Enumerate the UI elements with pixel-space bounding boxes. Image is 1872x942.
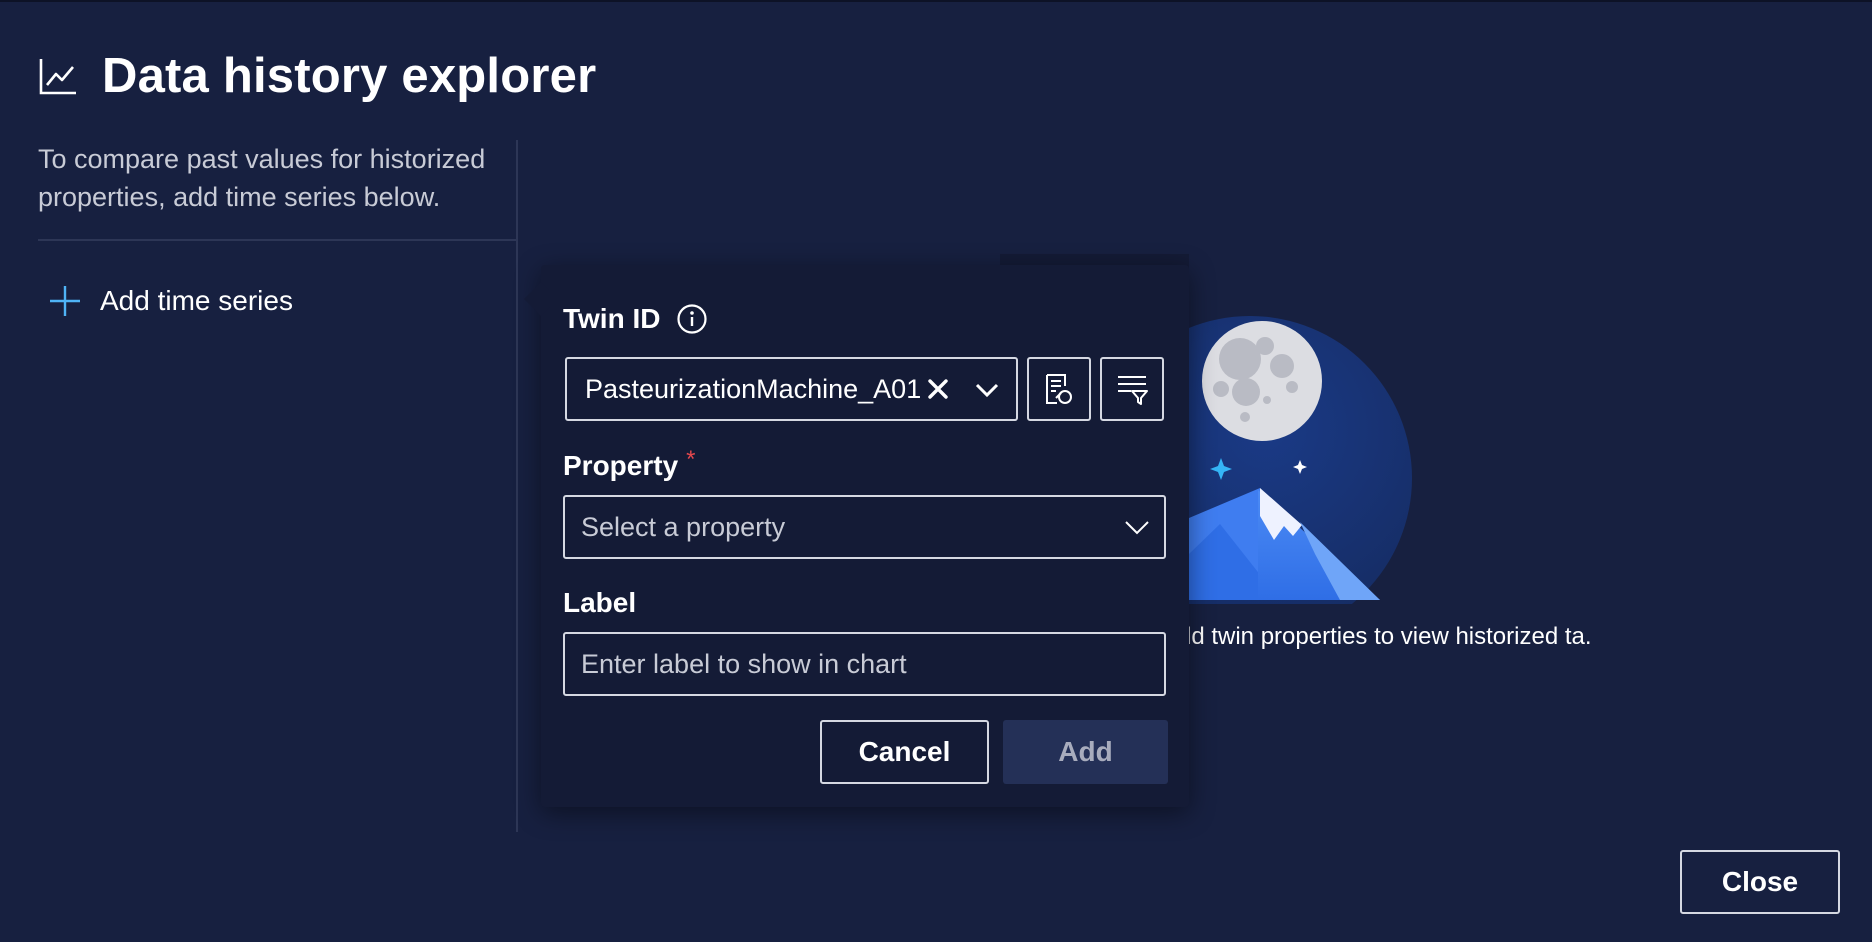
- page-header: Data history explorer: [38, 48, 596, 104]
- property-placeholder: Select a property: [581, 511, 786, 542]
- close-button[interactable]: Close: [1680, 850, 1840, 914]
- panel-divider: [38, 239, 516, 241]
- twin-id-combobox[interactable]: PasteurizationMachine_A01: [565, 357, 1018, 421]
- filter-twins-button[interactable]: [1100, 357, 1164, 421]
- chevron-down-icon[interactable]: [974, 381, 1000, 399]
- chart-label-input[interactable]: Enter label to show in chart: [563, 632, 1166, 696]
- window-top-border: [0, 0, 1872, 2]
- chevron-down-icon: [1125, 521, 1149, 535]
- panel-description: To compare past values for historized pr…: [38, 144, 486, 212]
- info-icon[interactable]: [676, 303, 708, 335]
- browse-twins-button[interactable]: [1027, 357, 1091, 421]
- property-select[interactable]: Select a property: [563, 495, 1166, 559]
- empty-state-text: ld twin properties to view historized ta…: [1186, 623, 1592, 650]
- chart-label-placeholder: Enter label to show in chart: [581, 648, 907, 679]
- add-time-series-label: Add time series: [100, 285, 293, 316]
- required-marker: *: [686, 446, 696, 473]
- twin-browse-icon: [1046, 374, 1072, 404]
- label-field-label: Label: [563, 587, 637, 618]
- twin-id-label-row: Twin ID: [563, 303, 708, 335]
- add-button[interactable]: Add: [1003, 720, 1168, 784]
- line-chart-icon: [39, 59, 76, 95]
- add-time-series-button[interactable]: Add time series: [48, 284, 293, 318]
- panel-separator: [516, 140, 518, 832]
- callout-beak: [524, 282, 558, 316]
- page-title: Data history explorer: [102, 49, 597, 103]
- property-label: Property: [563, 450, 679, 481]
- property-label-row: Property *: [563, 446, 696, 482]
- twin-id-value: PasteurizationMachine_A01: [585, 373, 922, 404]
- filter-icon: [1118, 376, 1148, 405]
- series-panel: To compare past values for historized pr…: [38, 140, 518, 832]
- add-time-series-dialog: Twin ID PasteurizationMachine_A01 Proper…: [524, 265, 1189, 807]
- cancel-button[interactable]: Cancel: [820, 720, 989, 784]
- twin-id-label: Twin ID: [563, 303, 661, 334]
- plus-icon: [50, 286, 80, 316]
- label-field-label-row: Label: [563, 587, 636, 619]
- close-icon[interactable]: [926, 377, 950, 401]
